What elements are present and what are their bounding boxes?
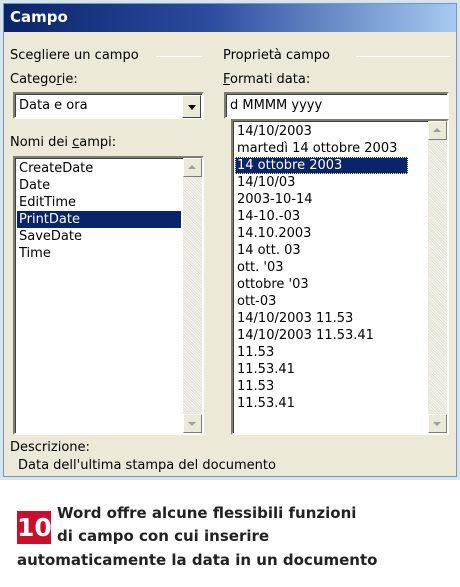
field-properties-group-line xyxy=(356,56,451,57)
format-item[interactable]: 14 ott. 03 xyxy=(235,242,301,259)
format-item[interactable]: ott-03 xyxy=(235,293,276,310)
field-properties-group-title: Proprietà campo xyxy=(223,48,331,63)
categories-dropdown[interactable]: Data e ora xyxy=(13,92,204,119)
date-formats-label: Formati data: xyxy=(223,72,311,87)
figure-number-badge: 10 xyxy=(17,511,52,544)
date-format-value: d MMMM yyyy xyxy=(230,98,323,113)
field-item-edittime[interactable]: EditTime xyxy=(17,194,76,211)
date-formats-scroll-up[interactable] xyxy=(428,121,447,140)
categories-dropdown-button[interactable] xyxy=(182,95,201,118)
scroll-up-icon xyxy=(433,128,441,132)
dropdown-arrow-icon xyxy=(188,105,196,110)
format-item[interactable]: 11.53.41 xyxy=(235,395,295,412)
field-dialog: Campo Scegliere un campo Categorie: Data… xyxy=(3,3,457,477)
format-item-selected[interactable]: 14 ottobre 2003 xyxy=(235,157,408,174)
caption-line-3: automaticamente la data in un documento xyxy=(17,551,378,569)
field-names-scrollbar[interactable] xyxy=(183,158,202,433)
field-names-list[interactable]: CreateDate Date EditTime PrintDate SaveD… xyxy=(13,156,204,435)
format-item[interactable]: 14-10.-03 xyxy=(235,208,300,225)
field-item-savedate[interactable]: SaveDate xyxy=(17,228,82,245)
caption-line-1: Word offre alcune flessibili funzioni xyxy=(57,504,357,522)
field-item-printdate[interactable]: PrintDate xyxy=(17,211,181,228)
date-formats-scroll-down[interactable] xyxy=(428,414,447,433)
format-item[interactable]: 14/10/03 xyxy=(235,174,295,191)
choose-field-group-title: Scegliere un campo xyxy=(10,48,139,63)
field-names-scroll-down[interactable] xyxy=(183,414,202,433)
title-bar: Campo xyxy=(4,4,456,32)
date-formats-scrollbar[interactable] xyxy=(428,121,447,433)
field-item-time[interactable]: Time xyxy=(17,245,51,262)
scroll-down-icon xyxy=(188,422,196,426)
window-title: Campo xyxy=(10,8,68,26)
field-names-scroll-up[interactable] xyxy=(183,158,202,177)
format-item[interactable]: 11.53.41 xyxy=(235,361,295,378)
format-item[interactable]: 14/10/2003 11.53.41 xyxy=(235,327,374,344)
description-text: Data dell'ultima stampa del documento xyxy=(18,458,276,473)
categories-value: Data e ora xyxy=(19,98,88,113)
format-item[interactable]: ott. '03 xyxy=(235,259,284,276)
format-item[interactable]: 2003-10-14 xyxy=(235,191,313,208)
date-formats-list[interactable]: 14/10/2003 martedì 14 ottobre 2003 14 ot… xyxy=(231,119,449,435)
format-item[interactable]: ottobre '03 xyxy=(235,276,309,293)
format-item[interactable]: 14/10/2003 xyxy=(235,123,312,140)
field-item-date[interactable]: Date xyxy=(17,177,50,194)
field-item-createdate[interactable]: CreateDate xyxy=(17,160,93,177)
format-item[interactable]: martedì 14 ottobre 2003 xyxy=(235,140,397,157)
caption-line-2: di campo con cui inserire xyxy=(57,527,270,545)
scroll-up-icon xyxy=(188,165,196,169)
format-item[interactable]: 11.53 xyxy=(235,344,274,361)
format-item[interactable]: 11.53 xyxy=(235,378,274,395)
categories-label: Categorie: xyxy=(10,72,78,87)
date-format-input[interactable]: d MMMM yyyy xyxy=(224,92,449,119)
scroll-down-icon xyxy=(433,422,441,426)
description-label: Descrizione: xyxy=(10,440,90,455)
format-item[interactable]: 14/10/2003 11.53 xyxy=(235,310,353,327)
field-names-label: Nomi dei campi: xyxy=(10,135,117,150)
choose-field-group-line xyxy=(156,56,202,57)
format-item[interactable]: 14.10.2003 xyxy=(235,225,311,242)
